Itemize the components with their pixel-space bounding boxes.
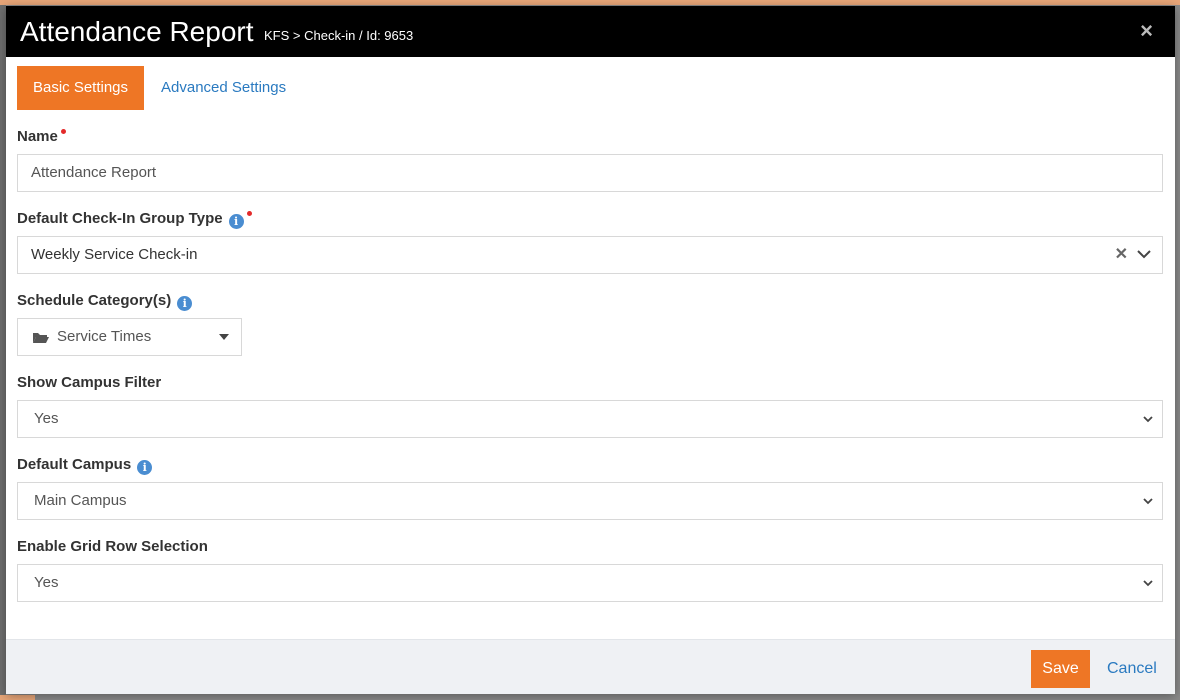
chevron-down-icon — [1143, 416, 1153, 423]
group-type-label: Default Check-In Group Type i — [17, 210, 252, 229]
show-campus-filter-label: Show Campus Filter — [17, 374, 161, 392]
info-icon[interactable]: i — [177, 296, 193, 311]
grid-row-selection-label: Enable Grid Row Selection — [17, 538, 208, 556]
grid-row-selection-select[interactable]: Yes — [17, 564, 1163, 602]
default-campus-select[interactable]: Main Campus — [17, 482, 1163, 520]
schedule-category-label: Schedule Category(s) i — [17, 292, 193, 311]
modal-footer: Save Cancel — [6, 639, 1175, 694]
modal-header: Attendance Report KFS > Check-in / Id: 9… — [6, 6, 1175, 57]
name-input[interactable]: Attendance Report — [17, 154, 1163, 192]
folder-open-icon — [33, 333, 49, 343]
background-top-bar — [0, 0, 1180, 5]
default-campus-label: Default Campus i — [17, 456, 153, 475]
show-campus-filter-select[interactable]: Yes — [17, 400, 1163, 438]
required-indicator — [246, 211, 252, 216]
name-input-value: Attendance Report — [31, 164, 157, 181]
chevron-down-icon — [1143, 580, 1153, 587]
grid-row-selection-label-text: Enable Grid Row Selection — [17, 538, 208, 555]
schedule-category-picker[interactable]: Service Times — [17, 318, 242, 356]
modal-title: Attendance Report — [20, 16, 254, 47]
background-accent — [0, 695, 35, 700]
group-type-label-text: Default Check-In Group Type — [17, 210, 223, 227]
info-icon[interactable]: i — [137, 460, 153, 475]
group-type-select[interactable]: Weekly Service Check-in ✕ — [17, 236, 1163, 274]
name-label: Name — [17, 128, 66, 146]
block-settings-modal: Attendance Report KFS > Check-in / Id: 9… — [6, 6, 1175, 694]
tab-basic-settings[interactable]: Basic Settings — [17, 66, 144, 110]
modal-breadcrumb: KFS > Check-in / Id: 9653 — [264, 28, 414, 43]
name-label-text: Name — [17, 128, 58, 145]
default-campus-value: Main Campus — [34, 492, 127, 509]
required-indicator — [60, 129, 66, 134]
close-icon[interactable]: × — [1140, 20, 1153, 42]
show-campus-filter-label-text: Show Campus Filter — [17, 374, 162, 391]
save-button[interactable]: Save — [1031, 650, 1090, 688]
chevron-down-icon — [1143, 498, 1153, 505]
clear-x-icon[interactable]: ✕ — [1115, 237, 1128, 273]
schedule-category-label-text: Schedule Category(s) — [17, 292, 172, 309]
show-campus-filter-value: Yes — [34, 410, 59, 427]
tab-advanced-settings[interactable]: Advanced Settings — [161, 66, 286, 110]
cancel-button[interactable]: Cancel — [1107, 650, 1157, 688]
grid-row-selection-value: Yes — [34, 574, 59, 591]
default-campus-label-text: Default Campus — [17, 456, 132, 473]
caret-down-icon — [219, 334, 229, 340]
schedule-category-value: Service Times — [57, 328, 152, 345]
group-type-value: Weekly Service Check-in — [31, 246, 198, 263]
info-icon[interactable]: i — [228, 214, 244, 229]
chevron-down-icon[interactable] — [1137, 250, 1151, 259]
